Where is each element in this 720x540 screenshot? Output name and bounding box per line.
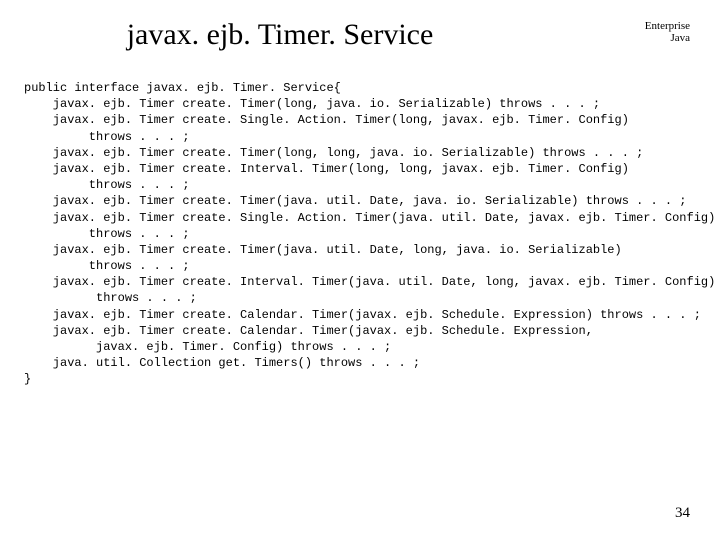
slide: javax. ejb. Timer. Service Enterprise Ja… [0, 0, 720, 540]
page-title: javax. ejb. Timer. Service [0, 18, 560, 52]
code-block: public interface javax. ejb. Timer. Serv… [24, 80, 696, 388]
corner-line-1: Enterprise [645, 20, 690, 32]
page-number: 34 [675, 505, 690, 522]
corner-line-2: Java [645, 32, 690, 44]
corner-label: Enterprise Java [645, 20, 690, 44]
